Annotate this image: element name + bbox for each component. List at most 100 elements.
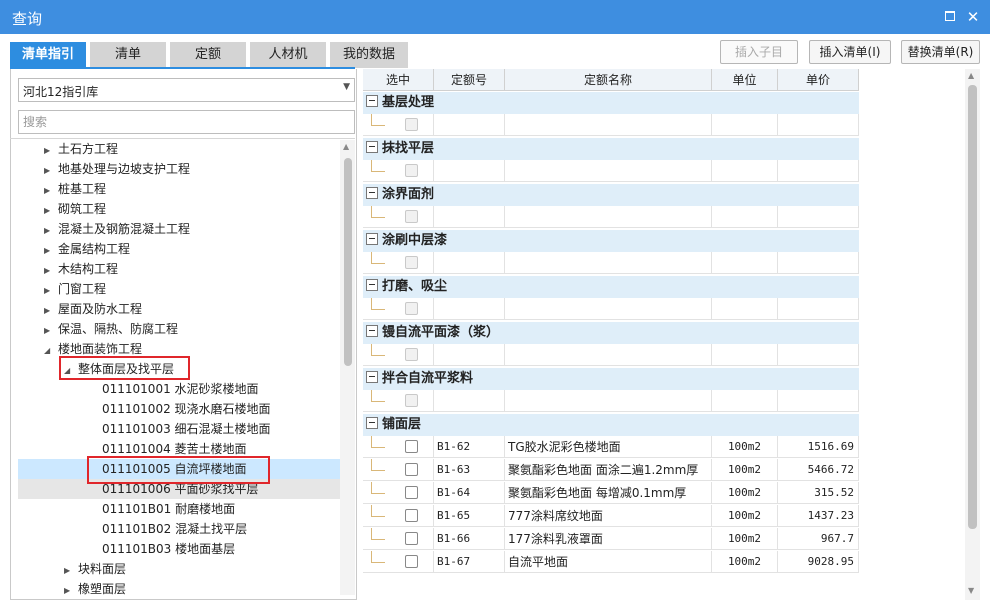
tree-node[interactable]: ▶ 块料面层: [64, 559, 126, 579]
group-row[interactable]: 基层处理: [363, 92, 859, 114]
expand-arrow-icon[interactable]: ▶: [44, 161, 58, 181]
right-scrollbar[interactable]: ▲ ▼: [965, 69, 980, 600]
expand-arrow-icon[interactable]: ▶: [44, 141, 58, 161]
expand-arrow-icon[interactable]: ▶: [44, 221, 58, 241]
quota-code: B1-62: [434, 436, 505, 458]
tree-leaf[interactable]: 011101001 水泥砂浆楼地面: [102, 379, 259, 399]
tree-node[interactable]: ▶ 门窗工程: [44, 279, 106, 299]
collapse-arrow-icon[interactable]: ◢: [44, 341, 58, 361]
tree-node[interactable]: ▶ 橡塑面层: [64, 579, 126, 595]
tree-node[interactable]: ▶ 保温、隔热、防腐工程: [44, 319, 178, 339]
expand-arrow-icon[interactable]: ▶: [44, 261, 58, 281]
dropdown-arrow-icon: ▼: [343, 82, 350, 92]
insert-child-button[interactable]: 插入子目: [720, 40, 798, 64]
collapse-icon[interactable]: [366, 141, 378, 153]
row-checkbox[interactable]: [405, 118, 418, 131]
tree-leaf[interactable]: 011101B03 楼地面基层: [102, 539, 235, 559]
tree-node[interactable]: ▶ 桩基工程: [44, 179, 106, 199]
tree-node[interactable]: ▶ 木结构工程: [44, 259, 118, 279]
tab-labor-material[interactable]: 人材机: [250, 42, 326, 68]
expand-arrow-icon[interactable]: ▶: [64, 561, 78, 581]
expand-arrow-icon[interactable]: ▶: [44, 281, 58, 301]
empty-row: [363, 160, 859, 182]
insert-list-button[interactable]: 插入清单(I): [809, 40, 891, 64]
quota-row[interactable]: B1-63 聚氨酯彩色地面 面涂二遍1.2mm厚 100m2 5466.72: [363, 459, 859, 481]
tree-node[interactable]: ▶ 屋面及防水工程: [44, 299, 142, 319]
scroll-up-icon[interactable]: ▲: [343, 142, 349, 151]
tree-node[interactable]: ▶ 砌筑工程: [44, 199, 106, 219]
expand-arrow-icon[interactable]: ▶: [44, 301, 58, 321]
expand-arrow-icon[interactable]: ▶: [44, 241, 58, 261]
header-unit: 单位: [712, 69, 778, 91]
tab-my-data[interactable]: 我的数据: [330, 42, 408, 68]
tree-leaf[interactable]: 011101B02 混凝土找平层: [102, 519, 247, 539]
replace-list-button[interactable]: 替换清单(R): [901, 40, 980, 64]
row-checkbox[interactable]: [405, 532, 418, 545]
scroll-up-icon[interactable]: ▲: [968, 71, 974, 80]
collapse-icon[interactable]: [366, 233, 378, 245]
quota-row[interactable]: B1-64 聚氨酯彩色地面 每增减0.1mm厚 100m2 315.52: [363, 482, 859, 504]
scroll-down-icon[interactable]: ▼: [968, 586, 974, 595]
collapse-icon[interactable]: [366, 417, 378, 429]
row-checkbox[interactable]: [405, 348, 418, 361]
library-select-value: 河北12指引库: [23, 85, 99, 99]
group-row[interactable]: 抹找平层: [363, 138, 859, 160]
quota-row[interactable]: B1-67 自流平地面 100m2 9028.95: [363, 551, 859, 573]
collapse-icon[interactable]: [366, 187, 378, 199]
tree-leaf[interactable]: 011101B01 耐磨楼地面: [102, 499, 235, 519]
expand-arrow-icon[interactable]: ▶: [64, 581, 78, 595]
group-row[interactable]: 铺面层: [363, 414, 859, 436]
collapse-icon[interactable]: [366, 371, 378, 383]
row-checkbox[interactable]: [405, 394, 418, 407]
empty-row: [363, 114, 859, 136]
tree-leaf[interactable]: 011101002 现浇水磨石楼地面: [102, 399, 271, 419]
collapse-icon[interactable]: [366, 279, 378, 291]
quota-row[interactable]: B1-66 177涂料乳液罩面 100m2 967.7: [363, 528, 859, 550]
collapse-icon[interactable]: [366, 325, 378, 337]
expand-arrow-icon[interactable]: ▶: [44, 321, 58, 341]
quota-code: B1-67: [434, 551, 505, 573]
row-checkbox[interactable]: [405, 463, 418, 476]
row-checkbox[interactable]: [405, 164, 418, 177]
quota-name: 777涂料席纹地面: [505, 505, 712, 527]
row-checkbox[interactable]: [405, 555, 418, 568]
library-select[interactable]: 河北12指引库 ▼: [18, 78, 355, 102]
tree-node[interactable]: ▶ 混凝土及钢筋混凝土工程: [44, 219, 190, 239]
expand-arrow-icon[interactable]: ▶: [44, 201, 58, 221]
tab-quota[interactable]: 定额: [170, 42, 246, 68]
tree-node[interactable]: ▶ 金属结构工程: [44, 239, 130, 259]
collapse-icon[interactable]: [366, 95, 378, 107]
group-row[interactable]: 涂刷中层漆: [363, 230, 859, 252]
quota-price: 315.52: [778, 482, 859, 504]
group-row[interactable]: 镘自流平面漆（浆）: [363, 322, 859, 344]
tree-node[interactable]: ▶ 地基处理与边坡支护工程: [44, 159, 190, 179]
scrollbar-thumb[interactable]: [968, 85, 977, 529]
group-row[interactable]: 拌合自流平浆料: [363, 368, 859, 390]
quota-row[interactable]: B1-65 777涂料席纹地面 100m2 1437.23: [363, 505, 859, 527]
search-input[interactable]: [18, 110, 355, 134]
row-checkbox[interactable]: [405, 256, 418, 269]
quota-row[interactable]: B1-62 TG胶水泥彩色楼地面 100m2 1516.69: [363, 436, 859, 458]
header-select: 选中: [363, 69, 434, 91]
group-row[interactable]: 打磨、吸尘: [363, 276, 859, 298]
left-scrollbar[interactable]: ▲: [340, 140, 355, 595]
row-checkbox[interactable]: [405, 302, 418, 315]
quota-name: 177涂料乳液罩面: [505, 528, 712, 550]
tab-list[interactable]: 清单: [90, 42, 166, 68]
maximize-button[interactable]: [943, 9, 959, 25]
group-row[interactable]: 涂界面剂: [363, 184, 859, 206]
quota-code: B1-64: [434, 482, 505, 504]
scrollbar-thumb[interactable]: [344, 158, 352, 366]
tree-leaf[interactable]: 011101003 细石混凝土楼地面: [102, 419, 271, 439]
quota-name: 自流平地面: [505, 551, 712, 573]
row-checkbox[interactable]: [405, 210, 418, 223]
row-checkbox[interactable]: [405, 486, 418, 499]
row-checkbox[interactable]: [405, 440, 418, 453]
row-checkbox[interactable]: [405, 509, 418, 522]
quota-price: 967.7: [778, 528, 859, 550]
expand-arrow-icon[interactable]: ▶: [44, 181, 58, 201]
tree-node[interactable]: ▶ 土石方工程: [44, 139, 118, 159]
close-button[interactable]: ✕: [965, 9, 981, 25]
quota-unit: 100m2: [712, 436, 778, 458]
tab-list-guide[interactable]: 清单指引: [10, 42, 86, 68]
